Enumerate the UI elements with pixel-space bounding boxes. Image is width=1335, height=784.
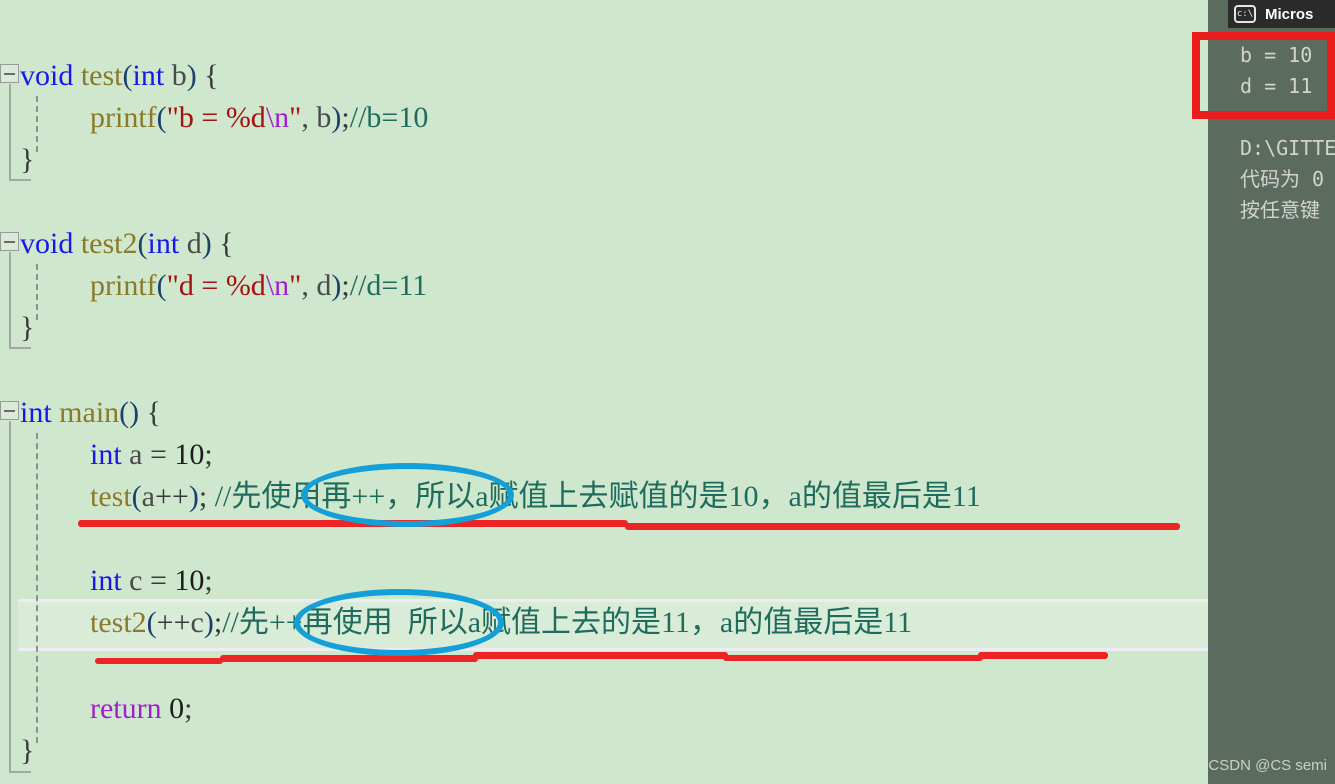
code-token: } (20, 311, 35, 344)
console-titlebar[interactable]: c:\ Micros (1228, 0, 1335, 28)
code-token: , d (301, 269, 332, 302)
code-line[interactable]: } (0, 307, 1210, 349)
code-line[interactable]: void test2(int d) { (0, 223, 1210, 265)
code-token: ; (198, 480, 215, 513)
code-token: test2 (90, 606, 147, 639)
code-token: \n (265, 269, 290, 302)
code-token: b (164, 59, 187, 92)
code-token: ( (137, 227, 148, 260)
code-token: = (150, 438, 175, 471)
code-token: int (90, 438, 122, 471)
code-token: ( (156, 101, 167, 134)
code-token: ; (204, 564, 213, 597)
code-token: return (90, 692, 162, 725)
blue-ellipse-annotation (294, 589, 504, 656)
watermark: CSDN @CS semi (1208, 757, 1327, 774)
console-output-line: D:\GITTE (1240, 136, 1335, 160)
code-token: //b=10 (349, 101, 429, 134)
code-token: a (141, 480, 155, 513)
console-window-icon: c:\ (1234, 5, 1256, 23)
code-token: } (20, 143, 35, 176)
code-token: ++ (156, 606, 191, 639)
code-line[interactable]: } (0, 730, 1210, 772)
code-token: test (90, 480, 132, 513)
code-line[interactable]: printf("d = %d\n", d);//d=11 (0, 265, 1210, 307)
code-token: " (289, 269, 302, 302)
code-line[interactable]: test(a++); //先使用再++，所以a赋值上去赋值的是10，a的值最后是… (0, 476, 1210, 518)
code-line[interactable]: } (0, 139, 1210, 181)
code-token: a (121, 438, 150, 471)
code-line[interactable]: int a = 10; (0, 434, 1210, 476)
code-token: ) (188, 480, 199, 513)
code-token: " (289, 101, 302, 134)
code-token: c (190, 606, 204, 639)
red-underline-annotation (473, 652, 728, 659)
red-underline-annotation (95, 658, 223, 664)
console-output-highlight-box (1192, 32, 1335, 119)
code-line[interactable]: int c = 10; (0, 560, 1210, 602)
blue-ellipse-annotation (301, 463, 514, 527)
code-token: 10 (174, 564, 205, 597)
code-token: main (59, 396, 120, 429)
code-line[interactable]: void test(int b) { (0, 55, 1210, 97)
code-token: ( (131, 480, 142, 513)
code-token: printf (90, 269, 157, 302)
code-line[interactable]: int main() { (0, 392, 1210, 434)
code-token: int (90, 564, 122, 597)
console-output: b = 10 d = 11 D:\GITTE 代码为 0 按任意键 (1228, 28, 1335, 784)
console-title: Micros (1265, 5, 1314, 23)
red-underline-annotation (723, 655, 983, 661)
code-token: 10 (174, 438, 205, 471)
code-token: { (211, 227, 234, 260)
code-token: ( (146, 606, 157, 639)
code-token: ; (341, 269, 350, 302)
code-token: ; (184, 692, 193, 725)
code-token: int (132, 59, 165, 92)
code-token: ; (204, 438, 213, 471)
code-token: ( (122, 59, 133, 92)
code-line[interactable]: test2(++c);//先++再使用 所以a赋值上去的是11，a的值最后是11 (0, 602, 1210, 644)
code-token: () (119, 396, 140, 429)
code-line[interactable] (0, 349, 1210, 391)
code-line[interactable]: printf("b = %d\n", b);//b=10 (0, 97, 1210, 139)
code-token: "b = %d (166, 101, 266, 134)
code-token: { (139, 396, 162, 429)
code-token: ++ (155, 480, 189, 513)
code-token: void (20, 227, 74, 260)
red-underline-annotation (625, 523, 1180, 530)
code-token: { (196, 59, 219, 92)
code-line[interactable]: return 0; (0, 688, 1210, 730)
code-token: printf (90, 101, 157, 134)
code-token: ) (186, 59, 197, 92)
red-underline-annotation (220, 655, 478, 662)
code-token: ) (331, 269, 342, 302)
code-token: //d=11 (349, 269, 428, 302)
code-token: \n (265, 101, 290, 134)
code-token: ( (156, 269, 167, 302)
code-token: void (20, 59, 74, 92)
console-output-line: 代码为 0 (1240, 167, 1325, 191)
code-token: test2 (80, 227, 138, 260)
code-token: ) (331, 101, 342, 134)
code-line[interactable] (0, 181, 1210, 223)
code-token: test (80, 59, 123, 92)
code-token: } (20, 734, 35, 767)
code-token: ; (213, 606, 223, 639)
code-token: int (147, 227, 180, 260)
code-token: , b (301, 101, 332, 134)
code-token: ) (203, 606, 214, 639)
code-token: 0 (169, 692, 185, 725)
code-token: ) (201, 227, 212, 260)
code-token: d (179, 227, 202, 260)
code-token: int (20, 396, 52, 429)
code-token: ; (341, 101, 350, 134)
console-output-line: 按任意键 (1240, 198, 1320, 222)
code-token: c (121, 564, 150, 597)
code-editor-pane[interactable]: void test(int b) {printf("b = %d\n", b);… (0, 0, 1210, 784)
code-token: "d = %d (166, 269, 266, 302)
code-token: = (150, 564, 175, 597)
red-underline-annotation (978, 652, 1108, 659)
